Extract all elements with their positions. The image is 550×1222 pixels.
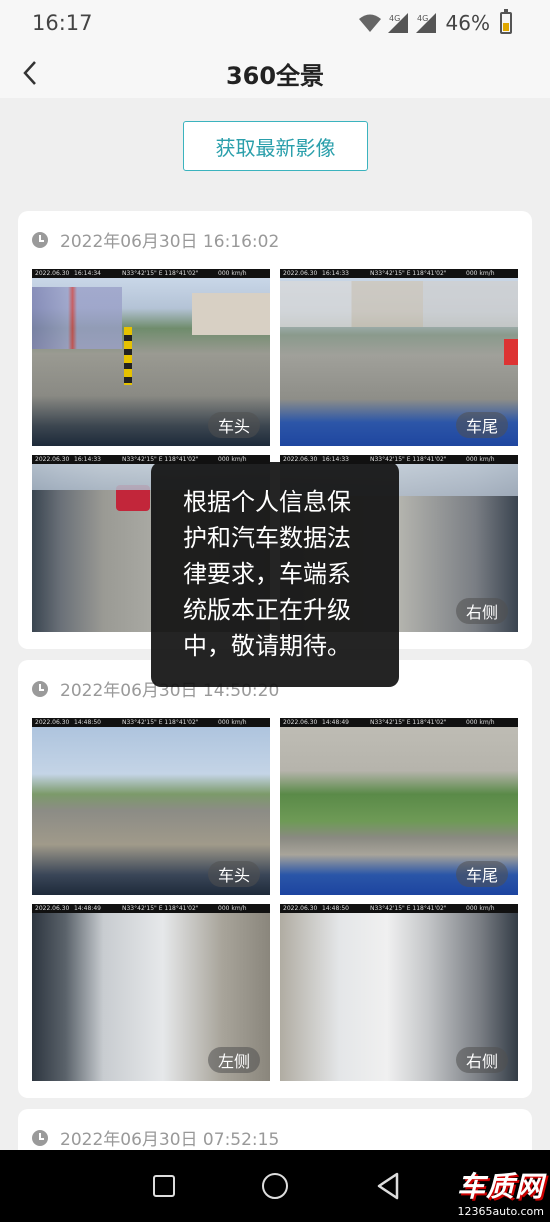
battery-icon [500, 9, 512, 34]
wifi-icon [358, 12, 381, 34]
signal-icon-4g-2: 4G [414, 12, 436, 34]
watermark-logo: 车质网 [456, 1170, 544, 1203]
photo-label: 车头 [208, 861, 260, 887]
toast-line: 护和汽车数据法 [183, 524, 351, 552]
photo-rear[interactable]: 2022.06.30 16:14:33 N33°42'15" E 118°41'… [280, 269, 518, 446]
photo-left[interactable]: 2022.06.30 14:48:49 N33°42'15" E 118°41'… [32, 904, 270, 1081]
record-card: 2022年06月30日 14:50:20 2022.06.30 14:48:50… [18, 660, 532, 1098]
system-nav-bar: 车质网 12365auto.com [0, 1150, 550, 1222]
svg-text:4G: 4G [417, 14, 428, 23]
back-nav-button[interactable] [376, 1172, 400, 1204]
clock-icon [32, 680, 48, 697]
nav-bar: 360全景 [0, 48, 550, 98]
record-card: 2022年06月30日 07:52:15 [18, 1109, 532, 1150]
triangle-back-icon [377, 1172, 399, 1200]
toast-line: 中，敬请期待。 [183, 632, 351, 660]
toast-line: 统版本正在升级 [183, 596, 351, 624]
photo-right[interactable]: 2022.06.30 14:48:50 N33°42'15" E 118°41'… [280, 904, 518, 1081]
watermark: 车质网 12365auto.com [457, 1165, 544, 1218]
status-icons: 4G 4G 46% [358, 9, 512, 35]
refresh-images-button[interactable]: 获取最新影像 [183, 121, 368, 171]
photo-label: 车尾 [456, 412, 508, 438]
photo-hud: 2022.06.30 14:48:50 N33°42'15" E 118°41'… [280, 904, 518, 913]
recent-apps-button[interactable] [153, 1175, 175, 1197]
photo-label: 右侧 [456, 1047, 508, 1073]
notice-toast: 根据个人信息保 护和汽车数据法 律要求，车端系 统版本正在升级 中，敬请期待。 [151, 462, 399, 687]
status-time: 16:17 [32, 11, 93, 35]
toast-line: 根据个人信息保 [183, 488, 351, 516]
record-header: 2022年06月30日 07:52:15 [32, 1125, 279, 1150]
toast-line: 律要求，车端系 [183, 560, 351, 588]
page-title: 360全景 [225, 62, 325, 90]
photo-front[interactable]: 2022.06.30 16:14:34 N33°42'15" E 118°41'… [32, 269, 270, 446]
photo-hud: 2022.06.30 14:48:49 N33°42'15" E 118°41'… [32, 904, 270, 913]
home-button[interactable] [262, 1173, 288, 1199]
record-header: 2022年06月30日 16:16:02 [32, 227, 279, 252]
watermark-url: 12365auto.com [457, 1205, 544, 1218]
photo-front[interactable]: 2022.06.30 14:48:50 N33°42'15" E 118°41'… [32, 718, 270, 895]
photo-hud: 2022.06.30 14:48:50 N33°42'15" E 118°41'… [32, 718, 270, 727]
photo-rear[interactable]: 2022.06.30 14:48:49 N33°42'15" E 118°41'… [280, 718, 518, 895]
photo-label: 车尾 [456, 861, 508, 887]
signal-icon-4g-1: 4G [386, 12, 408, 34]
record-time: 2022年06月30日 16:16:02 [60, 232, 280, 252]
photo-label: 右侧 [456, 598, 508, 624]
record-time: 2022年06月30日 07:52:15 [60, 1130, 280, 1150]
photo-hud: 2022.06.30 16:14:34 N33°42'15" E 118°41'… [32, 269, 270, 278]
battery-percent: 46% [445, 11, 490, 35]
svg-text:4G: 4G [389, 14, 400, 23]
photo-label: 左侧 [208, 1047, 260, 1073]
clock-icon [32, 231, 48, 248]
photo-hud: 2022.06.30 14:48:49 N33°42'15" E 118°41'… [280, 718, 518, 727]
status-bar: 16:17 4G 4G 46% [0, 0, 550, 48]
photo-hud: 2022.06.30 16:14:33 N33°42'15" E 118°41'… [280, 269, 518, 278]
clock-icon [32, 1129, 48, 1146]
photo-label: 车头 [208, 412, 260, 438]
